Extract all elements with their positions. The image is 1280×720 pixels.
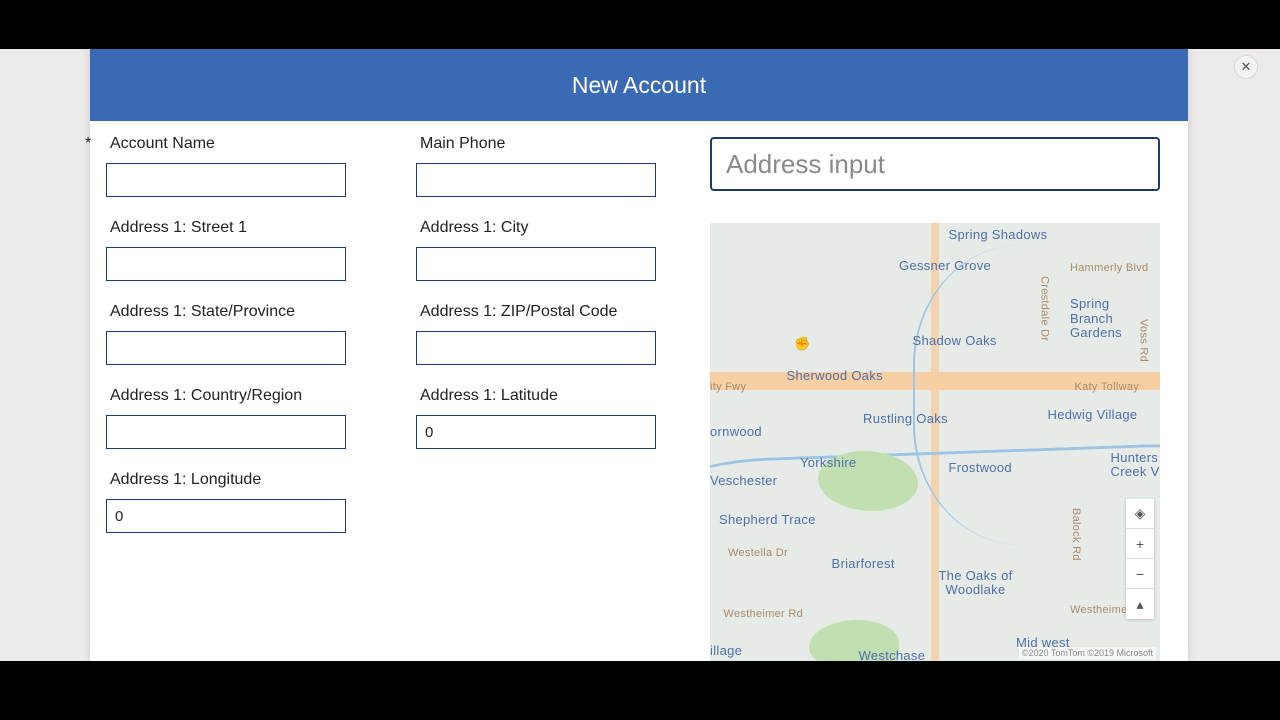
map-label: Katy Tollway <box>1075 381 1140 393</box>
map-label: Shadow Oaks <box>913 333 997 348</box>
input-main-phone[interactable] <box>416 163 656 197</box>
map-controls: ◈ + − ▴ <box>1126 499 1154 619</box>
form-column: * Account Name Main Phone Address 1: Str… <box>90 135 710 661</box>
map-label: Shepherd Trace <box>719 512 816 527</box>
input-state[interactable] <box>106 331 346 365</box>
label-account-name: Account Name <box>110 135 215 153</box>
map-label: Balock Rd <box>1070 508 1082 561</box>
label-street1: Address 1: Street 1 <box>110 219 247 237</box>
tilt-icon: ▴ <box>1136 596 1143 613</box>
input-city[interactable] <box>416 247 656 281</box>
map-label: ornwood <box>710 424 762 439</box>
minus-icon: − <box>1136 566 1144 582</box>
map-label: Briarforest <box>832 556 895 571</box>
input-street1[interactable] <box>106 247 346 281</box>
label-zip: Address 1: ZIP/Postal Code <box>420 303 617 321</box>
new-account-dialog: New Account * Account Name Main Phone Ad… <box>90 49 1188 661</box>
input-longitude[interactable] <box>106 499 346 533</box>
map-label: ity Fwy <box>710 381 746 393</box>
map-label: The Oaks of Woodlake <box>931 569 1021 598</box>
map-label: Rustling Oaks <box>863 411 948 426</box>
label-city: Address 1: City <box>420 219 528 237</box>
input-latitude[interactable] <box>416 415 656 449</box>
map-locate-button[interactable]: ◈ <box>1126 499 1154 529</box>
map-label: Westchase <box>859 648 926 661</box>
map-label: Spring Shadows <box>949 227 1048 242</box>
field-street1: Address 1: Street 1 <box>100 219 390 281</box>
field-main-phone: Main Phone <box>410 135 700 197</box>
map-label: illage <box>710 643 742 658</box>
map-label: Voss Rd <box>1138 319 1150 362</box>
label-state: Address 1: State/Province <box>110 303 295 321</box>
map-column: ✊ Spring Shadows Gessner Grove Hammerly … <box>710 135 1188 661</box>
required-marker: * <box>85 135 91 153</box>
map-attribution: ©2020 TomTom ©2019 Microsoft <box>1019 647 1156 659</box>
map-label: Gessner Grove <box>899 258 991 273</box>
field-zip: Address 1: ZIP/Postal Code <box>410 303 700 365</box>
label-country: Address 1: Country/Region <box>110 387 302 405</box>
map-label: Sherwood Oaks <box>787 368 883 383</box>
address-search-box <box>710 137 1160 191</box>
input-zip[interactable] <box>416 331 656 365</box>
map-label: Veschester <box>710 473 777 488</box>
locate-icon: ◈ <box>1135 505 1146 522</box>
dialog-header: New Account <box>90 49 1188 121</box>
label-longitude: Address 1: Longitude <box>110 471 261 489</box>
map-label: Yorkshire <box>800 455 856 470</box>
grab-cursor-icon: ✊ <box>794 336 810 352</box>
label-latitude: Address 1: Latitude <box>420 387 558 405</box>
map-label: Crestdale Dr <box>1039 276 1051 341</box>
input-account-name[interactable] <box>106 163 346 197</box>
map-zoom-out-button[interactable]: − <box>1126 559 1154 589</box>
dialog-title: New Account <box>572 72 706 99</box>
map-zoom-in-button[interactable]: + <box>1126 529 1154 559</box>
map-label: Frostwood <box>949 460 1012 475</box>
field-country: Address 1: Country/Region <box>100 387 390 449</box>
map-label: Hammerly Blvd <box>1070 262 1148 274</box>
close-button[interactable]: ✕ <box>1234 55 1258 79</box>
field-longitude: Address 1: Longitude <box>100 471 390 533</box>
map-label: Hedwig Village <box>1048 407 1138 422</box>
map-tilt-button[interactable]: ▴ <box>1126 589 1154 619</box>
plus-icon: + <box>1136 536 1144 552</box>
map-label: Hunters Creek Villa <box>1111 451 1161 480</box>
input-country[interactable] <box>106 415 346 449</box>
address-search-input[interactable] <box>726 149 1144 180</box>
field-city: Address 1: City <box>410 219 700 281</box>
map-label: Westheimer Rd <box>724 608 804 620</box>
map-label: Westella Dr <box>728 547 788 559</box>
field-latitude: Address 1: Latitude <box>410 387 700 449</box>
map-canvas[interactable]: ✊ Spring Shadows Gessner Grove Hammerly … <box>710 223 1160 661</box>
close-icon: ✕ <box>1241 59 1252 75</box>
field-state: Address 1: State/Province <box>100 303 390 365</box>
label-main-phone: Main Phone <box>420 135 505 153</box>
field-account-name: * Account Name <box>100 135 390 197</box>
map-creek2 <box>913 245 1161 545</box>
